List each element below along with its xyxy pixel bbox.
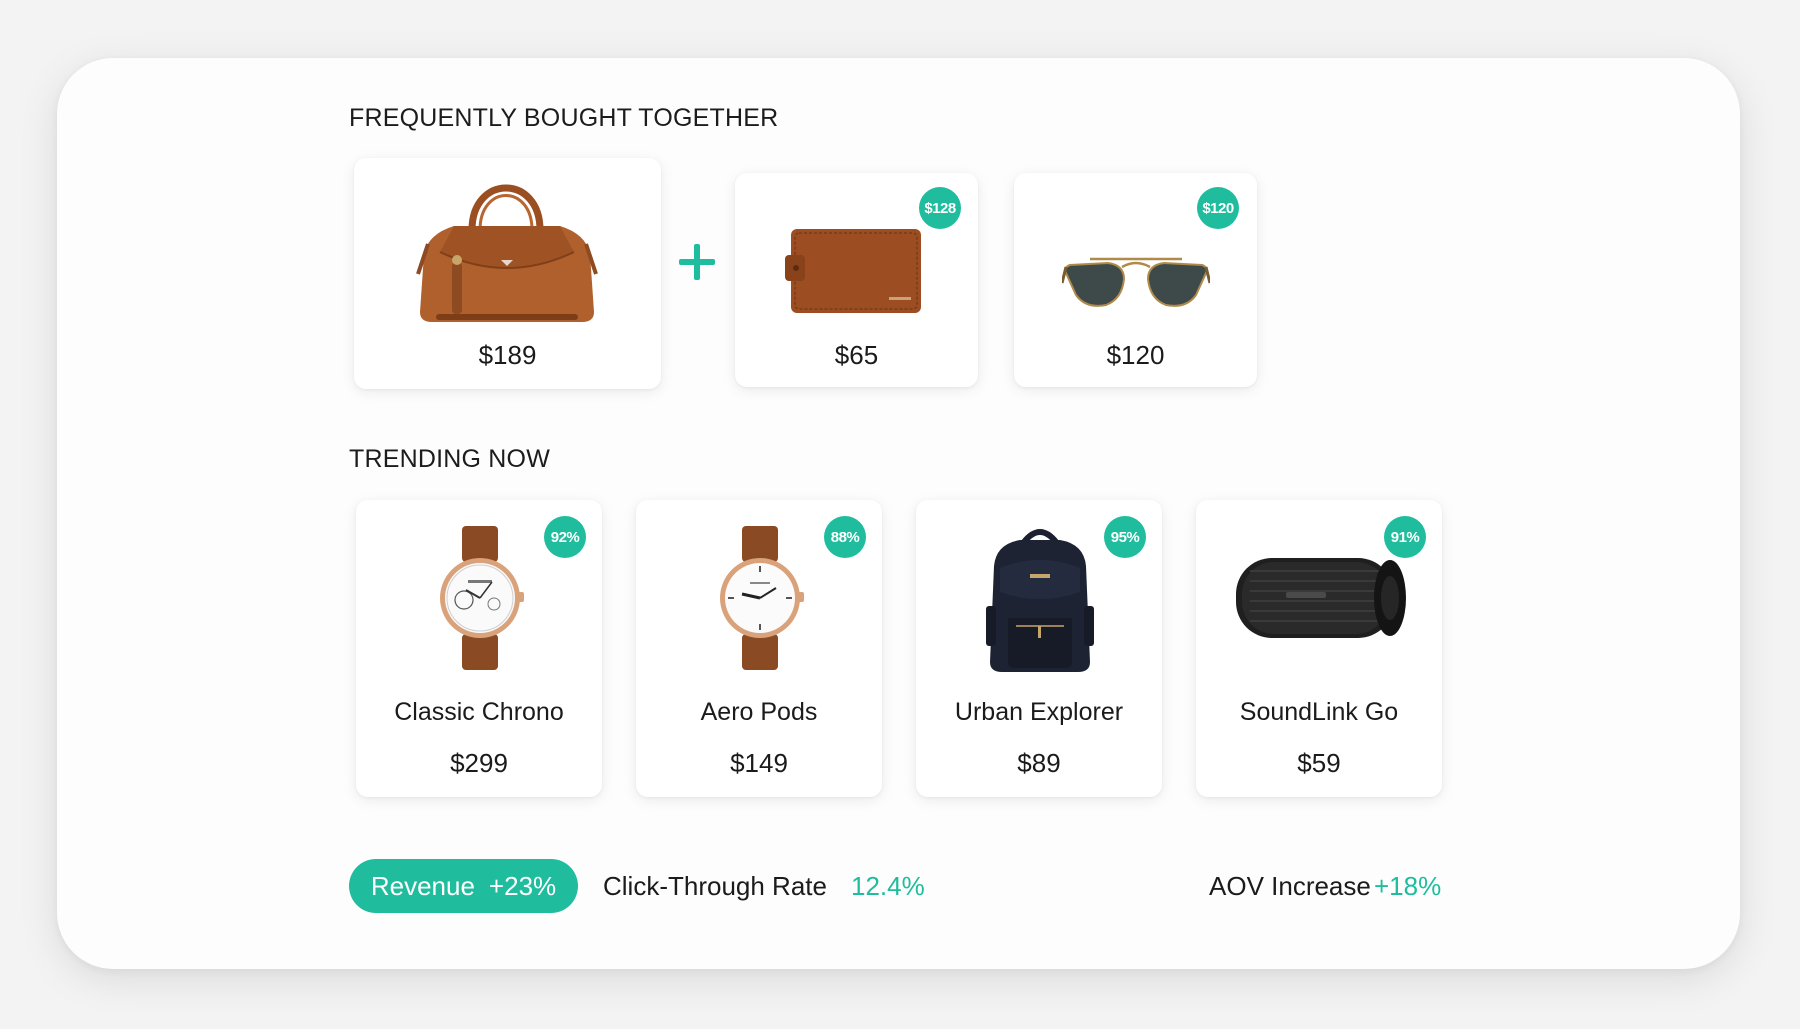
trending-card[interactable]: 92% Classic Chrono $299 <box>356 500 602 797</box>
bought-together-title: FREQUENTLY BOUGHT TOGETHER <box>349 104 779 132</box>
sunglasses-icon <box>1062 257 1210 307</box>
revenue-value: +23% <box>488 870 557 901</box>
trending-title: TRENDING NOW <box>349 445 550 473</box>
bought-together-card-sunglasses[interactable]: $120 $120 <box>1014 173 1257 387</box>
bought-together-card-handbag[interactable]: $189 <box>354 158 661 389</box>
ctr-label: Click-Through Rate <box>603 871 827 901</box>
product-price: $59 <box>1297 748 1341 778</box>
product-price: $299 <box>450 748 508 778</box>
ctr-value: 12.4% <box>851 871 925 901</box>
product-price: $89 <box>1017 748 1061 778</box>
handbag-icon <box>416 184 598 322</box>
revenue-label: Revenue <box>370 870 475 901</box>
match-score-badge: 88% <box>824 516 866 558</box>
product-name: SoundLink Go <box>1239 698 1399 726</box>
match-score-badge: 91% <box>1384 516 1426 558</box>
wallet-price: $65 <box>834 340 879 370</box>
chronograph-watch-icon <box>440 526 524 670</box>
backpack-icon <box>986 529 1094 672</box>
match-score-badge: 95% <box>1104 516 1146 558</box>
product-name: Aero Pods <box>700 698 818 726</box>
aov-label: AOV Increase <box>1209 871 1371 901</box>
trending-card[interactable]: 91% SoundLink Go $59 <box>1196 500 1442 797</box>
product-name: Urban Explorer <box>954 698 1124 726</box>
sunglasses-price: $120 <box>1106 340 1165 370</box>
product-price: $149 <box>730 748 788 778</box>
product-name: Classic Chrono <box>394 698 564 726</box>
plus-icon <box>679 244 715 280</box>
trending-card[interactable]: 88% Aero Pods $149 <box>636 500 882 797</box>
bought-together-card-wallet[interactable]: $128 $65 <box>735 173 978 387</box>
handbag-price: $189 <box>478 340 537 370</box>
wallet-badge: $128 <box>919 187 961 229</box>
trending-card[interactable]: 95% Urban Explorer $89 <box>916 500 1162 797</box>
stage: FREQUENTLY BOUGHT TOGETHER $189 $128 $65… <box>0 0 1800 1029</box>
match-score-badge: 92% <box>544 516 586 558</box>
speaker-icon <box>1236 558 1406 638</box>
sunglasses-badge: $120 <box>1197 187 1239 229</box>
aov-value: +18% <box>1374 871 1442 901</box>
revenue-metric-pill: Revenue +23% <box>349 859 578 913</box>
wallet-icon <box>785 229 921 313</box>
watch-icon <box>720 526 804 670</box>
